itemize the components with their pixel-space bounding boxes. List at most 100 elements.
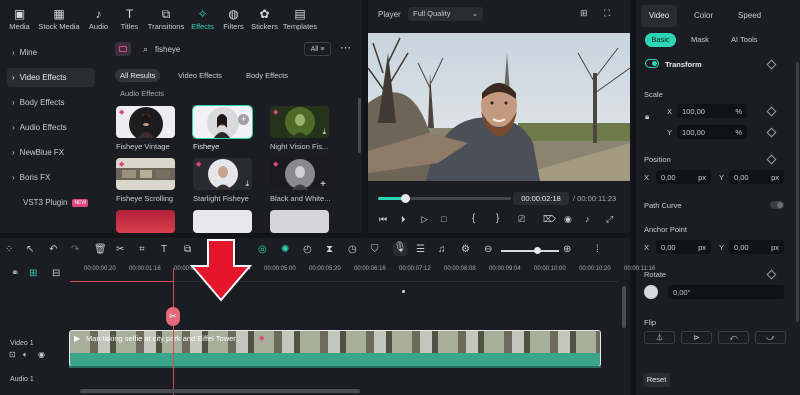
- rotate-right-button[interactable]: ⤻: [755, 331, 786, 344]
- shield-icon[interactable]: ⛉: [371, 244, 379, 255]
- filter-dropdown[interactable]: All ≡: [304, 42, 331, 56]
- effect-thumb-more[interactable]: [193, 210, 252, 233]
- subtab-basic[interactable]: Basic: [645, 33, 676, 47]
- volume-icon[interactable]: ♪: [585, 214, 590, 224]
- subtab-ai-tools[interactable]: AI Tools: [731, 33, 758, 47]
- snapshot-grid-icon[interactable]: ⊞: [580, 8, 588, 19]
- select-tool-icon[interactable]: ↖: [26, 244, 34, 255]
- toolbar-audio-button[interactable]: ♪ Audio: [83, 0, 114, 38]
- sidebar-item-mine[interactable]: › Mine: [7, 43, 95, 62]
- mic-icon[interactable]: 🎙︎: [393, 242, 407, 256]
- expand-icon[interactable]: ⤢: [606, 214, 613, 225]
- delete-icon[interactable]: 🗑︎: [94, 244, 107, 255]
- sidebar-item-body-effects[interactable]: › Body Effects: [7, 93, 95, 112]
- rotate-input[interactable]: 0,00°: [668, 285, 784, 299]
- toolbar-stickers-button[interactable]: ✿ Stickers: [249, 0, 280, 38]
- undo-icon[interactable]: ↶: [49, 244, 57, 255]
- scale-y-input[interactable]: 100,00%: [677, 125, 747, 139]
- mark-out-icon[interactable]: }: [496, 213, 499, 224]
- tab-speed[interactable]: Speed: [738, 5, 761, 27]
- sidebar-item-vst3-plugin[interactable]: VST3 Plugin NEW: [7, 193, 95, 212]
- render-icon[interactable]: ⌦: [543, 214, 556, 225]
- flip-horizontal-button[interactable]: ⏃: [644, 331, 675, 344]
- keyframe-icon[interactable]: [766, 59, 777, 70]
- redo-icon[interactable]: ↷: [71, 244, 79, 255]
- sidebar-item-boris-fx[interactable]: › Boris FX: [7, 168, 95, 187]
- speed-icon[interactable]: ◴: [303, 244, 312, 255]
- rotate-dial[interactable]: [644, 285, 658, 299]
- keyframe-icon[interactable]: [766, 154, 777, 165]
- more-icon[interactable]: ⋯: [340, 41, 351, 54]
- split-icon[interactable]: ✂: [116, 244, 124, 255]
- stop-icon[interactable]: □: [441, 214, 446, 224]
- download-icon[interactable]: ⤓: [245, 179, 249, 189]
- sidebar-item-video-effects[interactable]: › Video Effects: [7, 68, 95, 87]
- text-icon[interactable]: T: [161, 244, 167, 255]
- music-icon[interactable]: ♫: [438, 244, 446, 255]
- tab-video-effects[interactable]: Video Effects: [178, 69, 222, 82]
- reset-button[interactable]: Reset: [643, 373, 670, 387]
- download-icon[interactable]: ⤓: [322, 127, 326, 137]
- favorites-button[interactable]: [115, 42, 131, 56]
- timeline-hscrollbar[interactable]: [80, 389, 360, 393]
- rotate-left-button[interactable]: ⤺: [718, 331, 749, 344]
- effect-thumb-fisheye-scrolling[interactable]: ◆: [116, 158, 175, 190]
- sidebar-item-audio-effects[interactable]: › Audio Effects: [7, 118, 95, 137]
- toolbar-transitions-button[interactable]: ⧉ Transitions: [145, 0, 187, 38]
- tab-body-effects[interactable]: Body Effects: [246, 69, 288, 82]
- tab-color[interactable]: Color: [694, 5, 713, 27]
- add-track-icon[interactable]: ⊞: [29, 268, 37, 279]
- anchor-y-input[interactable]: 0,00 px: [729, 240, 784, 254]
- toolbar-filters-button[interactable]: ◍ Filters: [218, 0, 249, 38]
- sun-icon[interactable]: ✺: [281, 244, 289, 255]
- play-icon[interactable]: ▷: [421, 214, 428, 225]
- timer-icon[interactable]: ◷: [348, 244, 357, 255]
- effects-scrollbar[interactable]: [358, 98, 361, 153]
- toolbar-effects-button[interactable]: ✧ Effects: [187, 0, 218, 38]
- playback-progress[interactable]: [378, 194, 511, 203]
- quality-dropdown[interactable]: Full Quality ⌄: [408, 7, 483, 21]
- track-volume-icon[interactable]: 🔈︎: [23, 350, 28, 360]
- add-icon[interactable]: +: [320, 179, 326, 190]
- video-clip[interactable]: ▶ Man taking selfie at city park and Eif…: [69, 330, 601, 367]
- effect-thumb-starlight-fisheye[interactable]: ◆ ⤓: [193, 158, 252, 190]
- toolbar-stock-media-button[interactable]: ▦ Stock Media: [35, 0, 83, 38]
- effect-thumb-more[interactable]: [116, 210, 175, 233]
- flip-vertical-button[interactable]: ⊳: [681, 331, 712, 344]
- zoom-in-icon[interactable]: ⊕: [563, 244, 571, 255]
- timeline-vscrollbar[interactable]: [622, 286, 626, 328]
- sidebar-item-newblue-fx[interactable]: › NewBlue FX: [7, 143, 95, 162]
- fullscreen-icon[interactable]: ⛶: [604, 8, 610, 19]
- search-input[interactable]: [155, 42, 295, 56]
- track-folder-icon[interactable]: ⊡: [9, 350, 16, 359]
- keyframe-icon[interactable]: [766, 127, 777, 138]
- prev-frame-icon[interactable]: ⏮: [379, 214, 387, 225]
- transform-toggle[interactable]: [645, 59, 659, 68]
- layout-icon[interactable]: ⁞: [596, 244, 599, 255]
- zoom-handle[interactable]: [534, 247, 541, 254]
- toolbar-titles-button[interactable]: T Titles: [114, 0, 145, 38]
- position-y-input[interactable]: 0,00 px: [729, 170, 784, 184]
- step-back-icon[interactable]: ⏵: [401, 214, 406, 225]
- path-curve-toggle[interactable]: [770, 201, 784, 209]
- caption-icon[interactable]: ☰: [416, 244, 425, 255]
- zoom-slider[interactable]: [501, 247, 559, 254]
- keyframe-icon[interactable]: [766, 106, 777, 117]
- effect-thumb-more[interactable]: [270, 210, 329, 233]
- link-icon[interactable]: ⚭: [11, 268, 19, 279]
- toolbar-media-button[interactable]: ▣ Media: [4, 0, 35, 38]
- zoom-out-icon[interactable]: ⊖: [484, 244, 492, 255]
- tab-all-results[interactable]: All Results: [115, 69, 161, 82]
- playhead-handle[interactable]: [400, 194, 410, 203]
- keyframe-icon[interactable]: [766, 269, 777, 280]
- subtab-mask[interactable]: Mask: [691, 33, 709, 47]
- mark-in-icon[interactable]: {: [472, 213, 475, 224]
- effect-thumb-black-and-white-fisheye[interactable]: ◆ +: [270, 158, 329, 190]
- position-x-input[interactable]: 0,00 px: [656, 170, 711, 184]
- anchor-x-input[interactable]: 0,00 px: [656, 240, 711, 254]
- crop-icon[interactable]: ⌗: [139, 244, 145, 255]
- audio-stretch-icon[interactable]: ⧗: [326, 244, 333, 255]
- properties-scrollbar[interactable]: [796, 62, 799, 322]
- effect-thumb-fisheye-vintage[interactable]: ◆ +: [116, 106, 175, 138]
- add-icon[interactable]: +: [238, 114, 249, 125]
